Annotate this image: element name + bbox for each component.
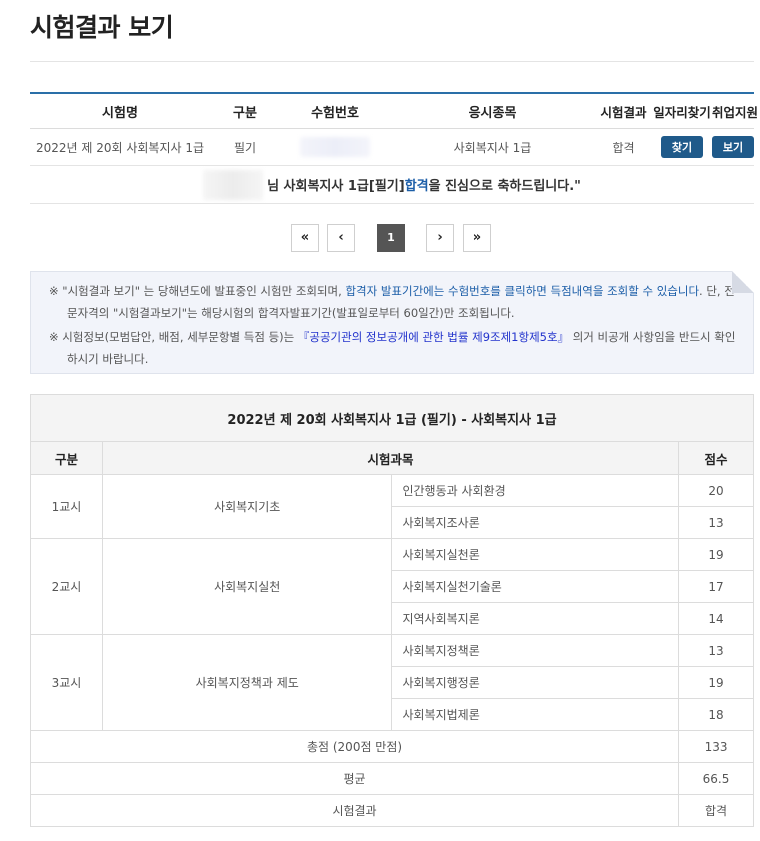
page-fold-icon <box>732 271 754 293</box>
average-row: 평균 66.5 <box>29 762 754 795</box>
job-support-button[interactable]: 보기 <box>712 136 754 158</box>
notice-line-2: ※ 시험정보(모범답안, 배점, 세부문항별 득점 등)는 『공공기관의 정보공… <box>41 326 743 370</box>
exam-number-cell[interactable] <box>280 137 390 157</box>
score-cell: 18 <box>678 698 754 731</box>
subject-cell: 사회복지행정론 <box>391 666 680 699</box>
redacted-exam-number[interactable] <box>300 137 370 157</box>
last-page-button[interactable]: » <box>463 224 491 252</box>
table-row: 3교시 사회복지정책과 제도 사회복지정책론 13 <box>30 634 754 731</box>
result-table-header: 시험명 구분 수험번호 응시종목 시험결과 일자리찾기 취업지원 <box>30 94 759 129</box>
subject-cell: 사회복지실천기술론 <box>391 570 680 603</box>
congratulation-message: 님 사회복지사 1급[필기] 합격 을 진심으로 축하드립니다." <box>30 166 754 204</box>
area-cell: 사회복지기초 <box>101 474 393 539</box>
score-cell: 14 <box>678 602 754 635</box>
exam-name-cell: 2022년 제 20회 사회복지사 1급 <box>35 140 205 155</box>
total-label: 총점 (200점 만점) <box>29 730 680 763</box>
header-exam-name: 시험명 <box>102 105 138 121</box>
field-cell: 사회복지사 1급 <box>453 140 532 155</box>
header-result: 시험결과 <box>600 104 647 120</box>
average-score: 66.5 <box>678 762 754 795</box>
table-row: 2022년 제 20회 사회복지사 1급 필기 사회복지사 1급 합격 찾기 보… <box>30 129 754 166</box>
subject-cell: 사회복지조사론 <box>391 506 680 539</box>
header-type: 구분 <box>233 105 257 121</box>
notice-highlight: 합격자 발표기간에는 수험번호를 클릭하면 득점내역을 조회할 수 있습니다 <box>345 284 700 298</box>
table-row: 1교시 사회복지기초 인간행동과 사회환경 20 <box>30 474 754 539</box>
subject-cell: 지역사회복지론 <box>391 602 680 635</box>
score-cell: 17 <box>678 570 754 603</box>
score-cell: 20 <box>678 474 754 507</box>
notice-text: ※ 시험정보(모범답안, 배점, 세부문항별 득점 등)는 <box>49 330 298 344</box>
period-cell: 1교시 <box>30 474 103 539</box>
header-field: 응시종목 <box>468 105 517 121</box>
page-title: 시험결과 보기 <box>30 13 174 42</box>
score-table-caption: 2022년 제 20회 사회복지사 1급 (필기) - 사회복지사 1급 <box>30 394 754 442</box>
final-result-row: 시험결과 합격 <box>29 794 754 827</box>
header-period: 구분 <box>30 441 103 475</box>
type-cell: 필기 <box>233 140 257 155</box>
header-subject: 시험과목 <box>101 441 680 475</box>
exam-result-table: 시험명 구분 수험번호 응시종목 시험결과 일자리찾기 취업지원 2022년 제… <box>30 92 759 204</box>
notice-line-1: ※ "시험결과 보기" 는 당해년도에 발표중인 시험만 조회되며, 합격자 발… <box>41 280 743 324</box>
header-exam-number: 수험번호 <box>311 105 359 121</box>
first-page-button[interactable]: « <box>291 224 319 252</box>
message-prefix: 님 사회복지사 1급[필기] <box>267 179 405 194</box>
final-result-value: 합격 <box>678 794 754 827</box>
subject-cell: 사회복지정책론 <box>391 634 680 667</box>
score-table: 2022년 제 20회 사회복지사 1급 (필기) - 사회복지사 1급 구분 … <box>29 394 754 827</box>
job-search-button[interactable]: 찾기 <box>661 136 703 158</box>
result-cell: 합격 <box>612 140 635 155</box>
area-cell: 사회복지정책과 제도 <box>101 634 393 731</box>
message-suffix: 을 진심으로 축하드립니다." <box>428 179 581 194</box>
job-support-cell: 보기 <box>712 136 754 158</box>
area-cell: 사회복지실천 <box>101 538 393 635</box>
job-search-cell: 찾기 <box>652 136 712 158</box>
score-cell: 13 <box>678 506 754 539</box>
subject-cell: 인간행동과 사회환경 <box>391 474 680 507</box>
subject-cell: 사회복지법제론 <box>391 698 680 731</box>
header-score: 점수 <box>678 441 754 475</box>
redacted-name <box>203 169 264 200</box>
period-cell: 2교시 <box>30 538 103 635</box>
final-result-label: 시험결과 <box>29 794 680 827</box>
title-divider <box>30 61 754 62</box>
pagination: « ‹ 1 › » <box>0 224 760 252</box>
average-label: 평균 <box>29 762 680 795</box>
score-cell: 19 <box>678 538 754 571</box>
score-cell: 13 <box>678 634 754 667</box>
law-link[interactable]: 『공공기관의 정보공개에 관한 법률 제9조제1항제5호』 <box>298 330 569 344</box>
notice-box: ※ "시험결과 보기" 는 당해년도에 발표중인 시험만 조회되며, 합격자 발… <box>30 271 754 374</box>
score-cell: 19 <box>678 666 754 699</box>
next-page-button[interactable]: › <box>426 224 454 252</box>
total-score: 133 <box>678 730 754 763</box>
total-row: 총점 (200점 만점) 133 <box>29 730 754 763</box>
message-highlight: 합격 <box>404 179 429 194</box>
header-job-search: 일자리찾기 <box>653 104 711 120</box>
notice-text: ※ "시험결과 보기" 는 당해년도에 발표중인 시험만 조회되며, <box>49 284 346 298</box>
header-job-support: 취업지원 <box>712 104 759 120</box>
subject-cell: 사회복지실천론 <box>391 538 680 571</box>
period-cell: 3교시 <box>30 634 103 731</box>
page-1-button[interactable]: 1 <box>377 224 405 252</box>
table-row: 2교시 사회복지실천 사회복지실천론 19 <box>30 538 754 635</box>
prev-page-button[interactable]: ‹ <box>327 224 355 252</box>
